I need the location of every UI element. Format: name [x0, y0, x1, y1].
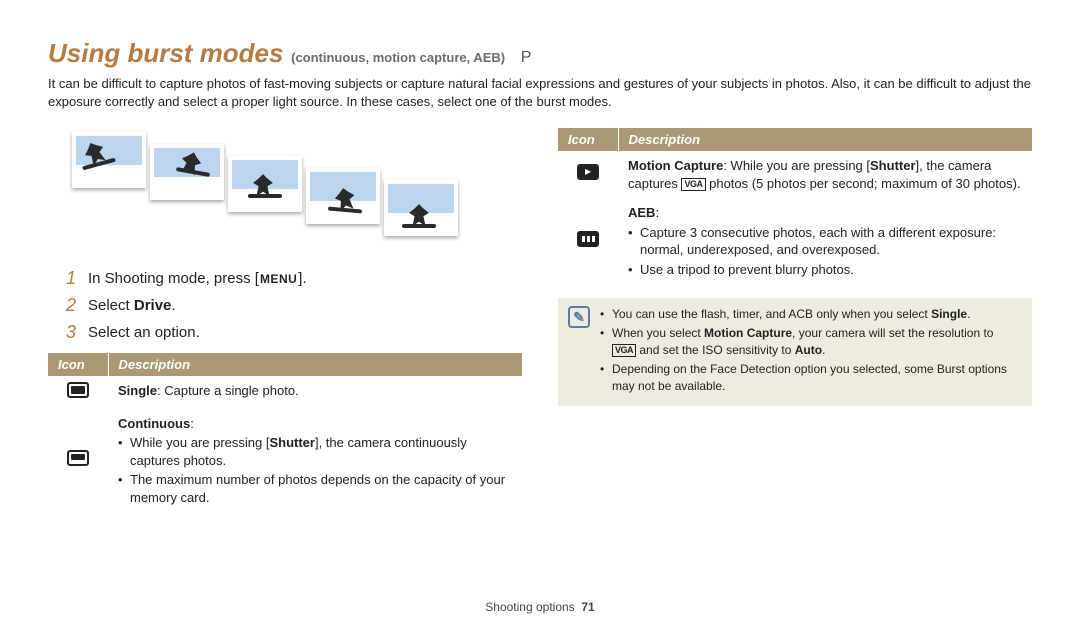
page-title: Using burst modes (continuous, motion ca… — [48, 38, 1032, 69]
col-description: Description — [108, 353, 522, 376]
thumbnail-1 — [72, 132, 146, 188]
step-number: 3 — [66, 322, 88, 343]
list-item: You can use the flash, timer, and ACB on… — [600, 306, 1020, 323]
title-mode-p: P — [521, 49, 532, 66]
list-item: Use a tripod to prevent blurry photos. — [628, 261, 1022, 279]
burst-table-right: Icon Description Motion Capture: While y… — [558, 128, 1032, 284]
desc-motion-capture: Motion Capture: While you are pressing [… — [618, 151, 1032, 198]
menu-button-icon: MENU — [259, 271, 298, 288]
list-item: Capture 3 consecutive photos, each with … — [628, 224, 1022, 259]
desc-aeb: AEB: Capture 3 consecutive photos, each … — [618, 198, 1032, 284]
vga-icon: VGA — [612, 344, 636, 357]
col-icon: Icon — [48, 353, 108, 376]
title-subtitle: (continuous, motion capture, AEB) — [291, 50, 505, 65]
step-1: 1 In Shooting mode, press [MENU]. — [66, 268, 522, 289]
thumbnail-4 — [306, 168, 380, 224]
left-column: 1 In Shooting mode, press [MENU]. 2 Sele… — [48, 128, 522, 512]
table-row: Single: Capture a single photo. — [48, 376, 522, 409]
list-item: The maximum number of photos depends on … — [118, 471, 512, 506]
aeb-mode-icon — [577, 231, 599, 247]
table-row: Continuous: While you are pressing [Shut… — [48, 409, 522, 513]
note-box: ✎ You can use the flash, timer, and ACB … — [558, 298, 1032, 406]
step-number: 1 — [66, 268, 88, 289]
right-column: Icon Description Motion Capture: While y… — [558, 128, 1032, 512]
list-item: Depending on the Face Detection option y… — [600, 361, 1020, 395]
step-2: 2 Select Drive. — [66, 295, 522, 316]
title-main: Using burst modes — [48, 38, 283, 68]
step-3: 3 Select an option. — [66, 322, 522, 343]
table-row: AEB: Capture 3 consecutive photos, each … — [558, 198, 1032, 284]
step-text: In Shooting mode, press [MENU]. — [88, 268, 307, 289]
step-text: Select an option. — [88, 322, 200, 343]
thumbnail-5 — [384, 180, 458, 236]
footer-section: Shooting options — [485, 600, 574, 614]
desc-continuous: Continuous: While you are pressing [Shut… — [108, 409, 522, 513]
list-item: When you select Motion Capture, your cam… — [600, 325, 1020, 359]
intro-paragraph: It can be difficult to capture photos of… — [48, 75, 1032, 110]
step-number: 2 — [66, 295, 88, 316]
table-row: Motion Capture: While you are pressing [… — [558, 151, 1032, 198]
col-icon: Icon — [558, 128, 618, 151]
continuous-mode-icon — [67, 450, 89, 466]
thumbnail-2 — [150, 144, 224, 200]
step-text: Select Drive. — [88, 295, 176, 316]
motion-capture-icon — [577, 164, 599, 180]
step-list: 1 In Shooting mode, press [MENU]. 2 Sele… — [66, 268, 522, 343]
vga-icon: VGA — [681, 178, 705, 191]
list-item: While you are pressing [Shutter], the ca… — [118, 434, 512, 469]
burst-thumbnails — [48, 128, 522, 242]
burst-table-left: Icon Description Single: Capture a singl… — [48, 353, 522, 512]
col-description: Description — [618, 128, 1032, 151]
page-footer: Shooting options 71 — [0, 600, 1080, 614]
page-number: 71 — [581, 600, 594, 614]
desc-single: Single: Capture a single photo. — [108, 376, 522, 409]
note-icon: ✎ — [568, 306, 590, 328]
single-mode-icon — [67, 382, 89, 398]
thumbnail-3 — [228, 156, 302, 212]
